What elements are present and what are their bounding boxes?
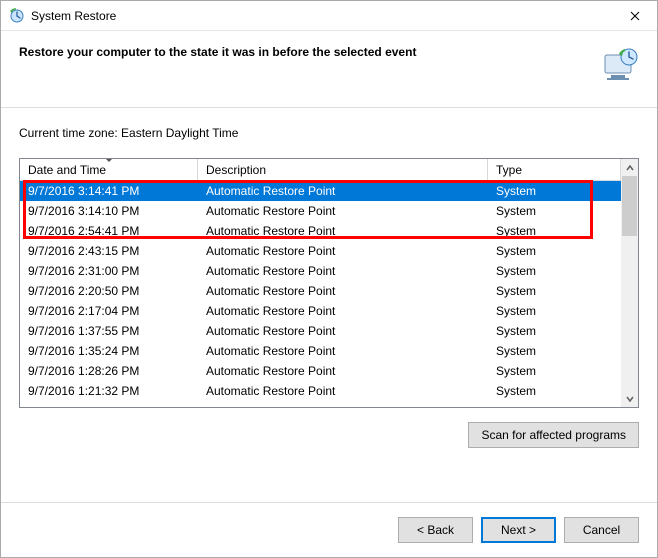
column-description[interactable]: Description (198, 159, 488, 181)
table-row[interactable]: 9/7/2016 3:14:41 PMAutomatic Restore Poi… (20, 181, 621, 201)
table-header: Date and Time Description Type (20, 159, 621, 181)
table-cell: System (488, 282, 621, 300)
scroll-down-icon[interactable] (621, 390, 638, 407)
table-cell: System (488, 222, 621, 240)
back-button[interactable]: < Back (398, 517, 473, 543)
table-row[interactable]: 9/7/2016 3:14:10 PMAutomatic Restore Poi… (20, 201, 621, 221)
table-cell: System (488, 262, 621, 280)
table-cell: System (488, 182, 621, 200)
table-cell: System (488, 322, 621, 340)
table-row[interactable]: 9/7/2016 2:20:50 PMAutomatic Restore Poi… (20, 281, 621, 301)
table-cell: 9/7/2016 3:14:41 PM (20, 182, 198, 200)
scroll-track[interactable] (621, 176, 638, 390)
table-body: 9/7/2016 3:14:41 PMAutomatic Restore Poi… (20, 181, 621, 407)
restore-icon-large (599, 45, 639, 85)
close-button[interactable] (612, 1, 657, 30)
table-row[interactable]: 9/7/2016 1:21:32 PMAutomatic Restore Poi… (20, 381, 621, 401)
table-cell: 9/7/2016 1:35:24 PM (20, 342, 198, 360)
restore-icon (9, 8, 25, 24)
table-cell: System (488, 362, 621, 380)
table-row[interactable]: 9/7/2016 2:54:41 PMAutomatic Restore Poi… (20, 221, 621, 241)
wizard-body: Current time zone: Eastern Daylight Time… (1, 108, 657, 502)
table-cell: 9/7/2016 2:54:41 PM (20, 222, 198, 240)
table-row[interactable]: 9/7/2016 1:35:24 PMAutomatic Restore Poi… (20, 341, 621, 361)
table-cell: 9/7/2016 2:31:00 PM (20, 262, 198, 280)
table-row[interactable]: 9/7/2016 2:31:00 PMAutomatic Restore Poi… (20, 261, 621, 281)
table-row[interactable]: 9/7/2016 1:37:55 PMAutomatic Restore Poi… (20, 321, 621, 341)
window-title: System Restore (31, 9, 612, 23)
system-restore-window: System Restore Restore your computer to … (0, 0, 658, 558)
column-type[interactable]: Type (488, 159, 621, 181)
table-cell: Automatic Restore Point (198, 362, 488, 380)
table-cell: Automatic Restore Point (198, 182, 488, 200)
titlebar: System Restore (1, 1, 657, 31)
table-cell: Automatic Restore Point (198, 322, 488, 340)
table-row[interactable]: 9/7/2016 2:17:04 PMAutomatic Restore Poi… (20, 301, 621, 321)
scroll-thumb[interactable] (622, 176, 637, 236)
table-row[interactable]: 9/7/2016 2:43:15 PMAutomatic Restore Poi… (20, 241, 621, 261)
cancel-button[interactable]: Cancel (564, 517, 639, 543)
scroll-up-icon[interactable] (621, 159, 638, 176)
column-datetime[interactable]: Date and Time (20, 159, 198, 181)
table-cell: Automatic Restore Point (198, 302, 488, 320)
table-cell: 9/7/2016 3:14:10 PM (20, 202, 198, 220)
table-cell: Automatic Restore Point (198, 242, 488, 260)
table-cell: Automatic Restore Point (198, 342, 488, 360)
table-cell: System (488, 302, 621, 320)
restore-points-table: Date and Time Description Type 9/7/2016 … (19, 158, 639, 408)
table-cell: 9/7/2016 2:20:50 PM (20, 282, 198, 300)
table-cell: 9/7/2016 1:21:32 PM (20, 382, 198, 400)
table-row[interactable]: 9/7/2016 1:28:26 PMAutomatic Restore Poi… (20, 361, 621, 381)
table-cell: 9/7/2016 2:43:15 PM (20, 242, 198, 260)
table-cell: Automatic Restore Point (198, 262, 488, 280)
wizard-footer: < Back Next > Cancel (1, 502, 657, 557)
table-cell: 9/7/2016 1:37:55 PM (20, 322, 198, 340)
table-cell: Automatic Restore Point (198, 382, 488, 400)
table-cell: 9/7/2016 2:17:04 PM (20, 302, 198, 320)
table-cell: System (488, 242, 621, 260)
vertical-scrollbar[interactable] (621, 159, 638, 407)
table-cell: System (488, 342, 621, 360)
scan-affected-button[interactable]: Scan for affected programs (468, 422, 639, 448)
table-cell: System (488, 382, 621, 400)
page-heading: Restore your computer to the state it wa… (19, 45, 599, 59)
table-cell: Automatic Restore Point (198, 202, 488, 220)
table-cell: 9/7/2016 1:28:26 PM (20, 362, 198, 380)
table-cell: System (488, 202, 621, 220)
next-button[interactable]: Next > (481, 517, 556, 543)
table-cell: Automatic Restore Point (198, 282, 488, 300)
wizard-header: Restore your computer to the state it wa… (1, 31, 657, 108)
table-cell: Automatic Restore Point (198, 222, 488, 240)
timezone-label: Current time zone: Eastern Daylight Time (19, 126, 639, 140)
